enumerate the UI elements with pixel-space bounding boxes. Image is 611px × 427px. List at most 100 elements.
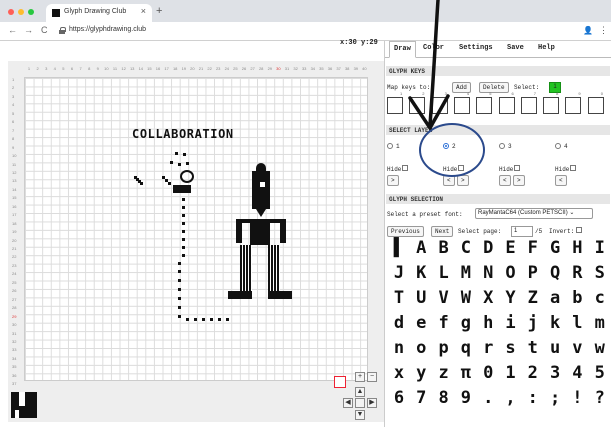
layer-1-move-right-button[interactable]: > [387, 175, 399, 186]
glyph-cell[interactable]: Z [521, 286, 545, 311]
layer-4-move-left-button[interactable]: < [555, 175, 567, 186]
glyph-cell[interactable]: S [588, 261, 611, 286]
glyph-cell[interactable]: o [409, 336, 433, 361]
glyph-cell[interactable]: I [588, 236, 611, 261]
glyph-cell[interactable]: F [521, 236, 545, 261]
glyph-cell[interactable]: h [476, 311, 500, 336]
pan-left-button[interactable]: ◀ [343, 398, 353, 408]
glyph-cell[interactable]: V [432, 286, 456, 311]
glyph-cell[interactable]: B [432, 236, 456, 261]
glyph-cell[interactable]: p [432, 336, 456, 361]
glyph-cell[interactable]: r [476, 336, 500, 361]
glyph-cell[interactable]: H [565, 236, 589, 261]
current-color-swatch[interactable] [334, 376, 346, 388]
layer-1-hide-checkbox[interactable] [402, 165, 408, 171]
layer-2-move-right-button[interactable]: > [457, 175, 469, 186]
browser-tab[interactable]: Glyph Drawing Club × [46, 4, 152, 22]
glyph-cell[interactable]: ; [543, 386, 567, 411]
pan-down-button[interactable]: ▼ [355, 410, 365, 420]
layer-1-radio[interactable] [387, 143, 393, 149]
glyph-cell[interactable]: q [454, 336, 478, 361]
pan-center-button[interactable] [355, 398, 365, 408]
close-window-icon[interactable] [8, 9, 14, 15]
forward-button[interactable]: → [24, 25, 33, 35]
key-slot[interactable] [476, 97, 493, 114]
glyph-cell[interactable]: Q [543, 261, 567, 286]
glyph-cell[interactable]: 3 [543, 361, 567, 386]
glyph-cell[interactable]: U [409, 286, 433, 311]
selected-key-indicator[interactable]: 1 [549, 82, 561, 93]
delete-key-button[interactable]: Delete [479, 82, 509, 93]
tab-help[interactable]: Help [538, 44, 555, 52]
glyph-cell[interactable]: y [409, 361, 433, 386]
glyph-cell[interactable]: X [476, 286, 500, 311]
pan-up-button[interactable]: ▲ [355, 387, 365, 397]
glyph-cell[interactable]: 0 [476, 361, 500, 386]
glyph-cell[interactable]: s [499, 336, 523, 361]
glyph-cell[interactable]: c [588, 286, 611, 311]
tab-save[interactable]: Save [507, 44, 524, 52]
glyph-cell[interactable]: 5 [588, 361, 611, 386]
minimize-window-icon[interactable] [18, 9, 24, 15]
back-button[interactable]: ← [8, 25, 17, 35]
glyph-cell[interactable]: u [543, 336, 567, 361]
address-bar[interactable]: https://glyphdrawing.club [69, 26, 146, 33]
glyph-cell[interactable]: J [387, 261, 411, 286]
glyph-cell[interactable]: , [499, 386, 523, 411]
glyph-cell[interactable]: N [476, 261, 500, 286]
zoom-out-button[interactable]: − [367, 372, 377, 382]
account-icon[interactable]: 👤 [583, 26, 593, 35]
zoom-window-icon[interactable] [28, 9, 34, 15]
glyph-cell[interactable]: a [543, 286, 567, 311]
zoom-in-button[interactable]: + [355, 372, 365, 382]
glyph-cell[interactable]: ! [565, 386, 589, 411]
glyph-cell[interactable]: A [409, 236, 433, 261]
layer-3-hide-checkbox[interactable] [514, 165, 520, 171]
glyph-cell[interactable]: G [543, 236, 567, 261]
pan-right-button[interactable]: ▶ [367, 398, 377, 408]
glyph-cell[interactable]: t [521, 336, 545, 361]
glyph-cell[interactable]: 8 [432, 386, 456, 411]
invert-checkbox[interactable] [576, 227, 582, 233]
glyph-cell[interactable]: f [432, 311, 456, 336]
glyph-cell[interactable]: E [499, 236, 523, 261]
preset-font-select[interactable]: RayMantaC64 (Custom PETSCII) ⌄ [475, 208, 593, 219]
glyph-cell[interactable]: ? [588, 386, 611, 411]
glyph-cell[interactable]: W [454, 286, 478, 311]
glyph-cell[interactable]: 9 [454, 386, 478, 411]
glyph-cell[interactable]: b [565, 286, 589, 311]
glyph-cell[interactable]: v [565, 336, 589, 361]
new-tab-button[interactable]: + [156, 5, 162, 17]
glyph-cell[interactable]: M [454, 261, 478, 286]
reload-button[interactable]: C [41, 25, 48, 35]
glyph-cell[interactable]: n [387, 336, 411, 361]
glyph-cell[interactable]: 1 [499, 361, 523, 386]
glyph-cell[interactable]: x [387, 361, 411, 386]
browser-menu-icon[interactable]: ⋮ [599, 25, 608, 36]
key-slot[interactable] [587, 97, 604, 114]
glyph-cell[interactable]: j [521, 311, 545, 336]
key-slot[interactable] [565, 97, 582, 114]
layer-4-hide-checkbox[interactable] [570, 165, 576, 171]
glyph-cell[interactable]: l [565, 311, 589, 336]
glyph-cell[interactable]: m [588, 311, 611, 336]
glyph-cell[interactable]: 7 [409, 386, 433, 411]
key-slot[interactable] [498, 97, 515, 114]
glyph-cell[interactable]: K [409, 261, 433, 286]
glyph-cell[interactable]: T [387, 286, 411, 311]
glyph-cell[interactable]: g [454, 311, 478, 336]
key-slot[interactable] [520, 97, 537, 114]
glyph-cell[interactable]: L [432, 261, 456, 286]
glyph-cell[interactable]: z [432, 361, 456, 386]
glyph-cell[interactable]: C [454, 236, 478, 261]
glyph-cell[interactable]: Y [499, 286, 523, 311]
glyph-cell[interactable]: 2 [521, 361, 545, 386]
glyph-cell[interactable]: . [476, 386, 500, 411]
tab-settings[interactable]: Settings [459, 44, 493, 52]
layer-4-radio[interactable] [555, 143, 561, 149]
glyph-cell[interactable]: 4 [565, 361, 589, 386]
glyph-cell[interactable]: π [454, 361, 478, 386]
glyph-cell[interactable]: D [476, 236, 500, 261]
glyph-cell[interactable]: i [499, 311, 523, 336]
glyph-cell[interactable]: : [521, 386, 545, 411]
